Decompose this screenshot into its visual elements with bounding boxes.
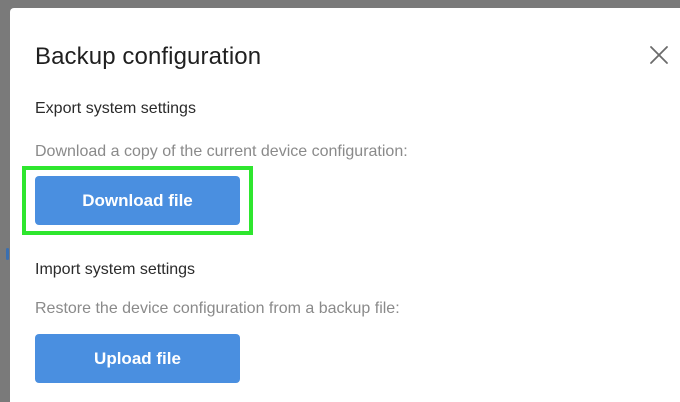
dialog-title: Backup configuration [35, 43, 262, 70]
close-button[interactable] [646, 42, 672, 68]
export-heading: Export system settings [35, 100, 196, 117]
import-heading: Import system settings [35, 261, 196, 278]
download-file-button[interactable]: Download file [35, 176, 240, 225]
backup-configuration-dialog: Backup configuration Export system setti… [10, 8, 680, 402]
upload-file-button[interactable]: Upload file [35, 334, 240, 383]
close-icon [650, 46, 668, 64]
export-description: Download a copy of the current device co… [35, 143, 408, 160]
page: Backup configuration Export system setti… [0, 0, 680, 402]
background-edge-mark [6, 248, 9, 260]
import-description: Restore the device configuration from a … [35, 300, 400, 317]
